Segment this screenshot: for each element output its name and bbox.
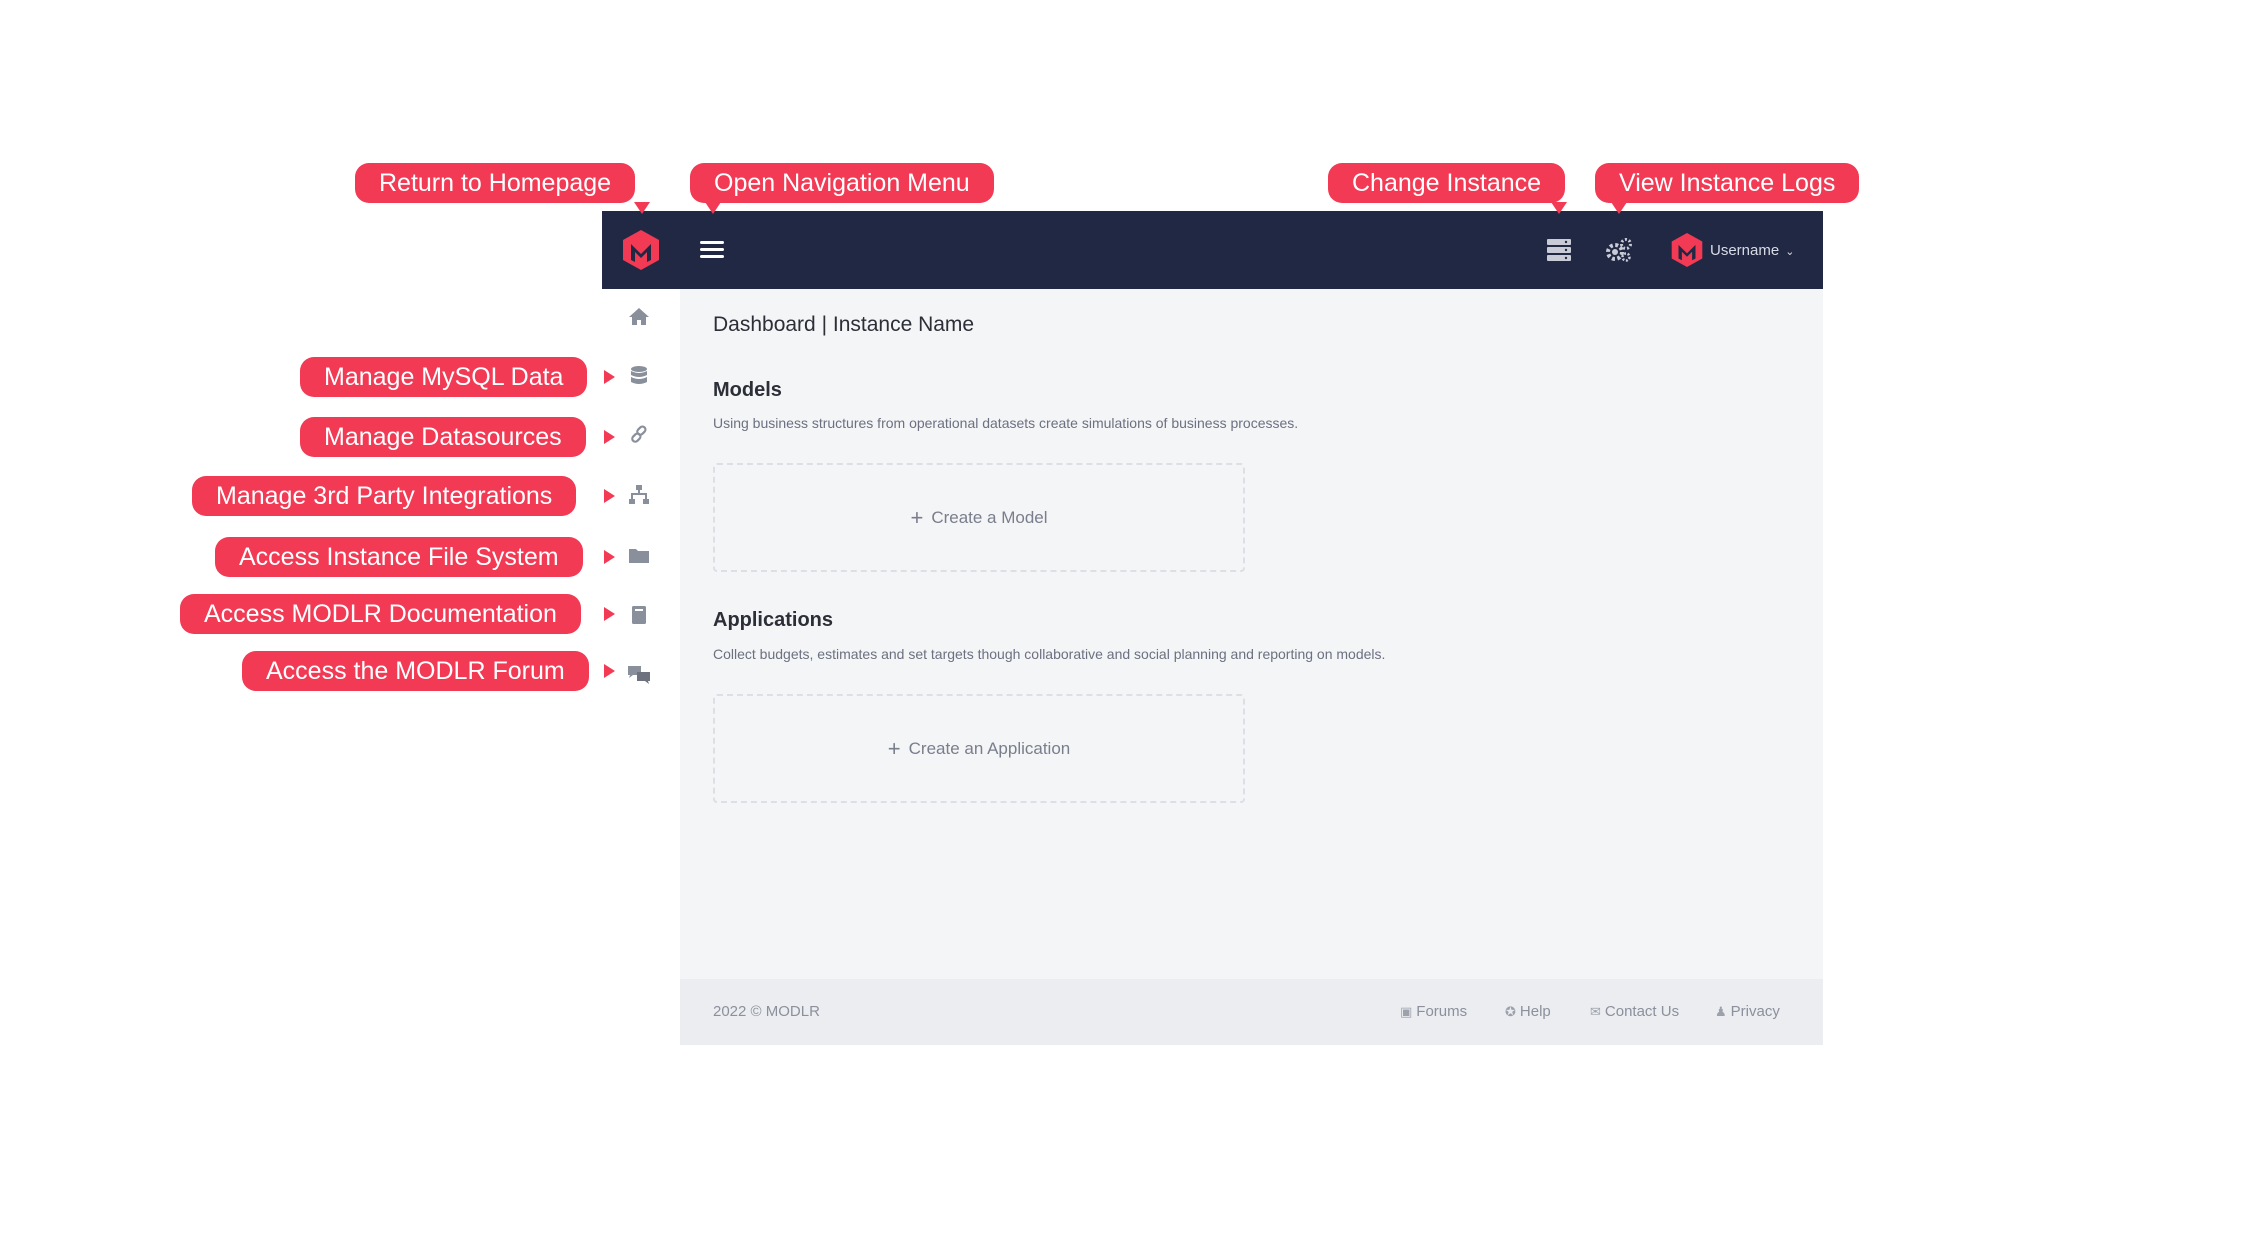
page-title: Dashboard | Instance Name bbox=[713, 313, 975, 336]
callout-pointer bbox=[604, 370, 615, 384]
comments-icon[interactable] bbox=[624, 659, 654, 689]
footer-link-contact[interactable]: ✉ Contact Us bbox=[1590, 1003, 1679, 1020]
callout-pointer bbox=[604, 489, 615, 503]
comments-icon: ▣ bbox=[1400, 1004, 1413, 1019]
callout-open-navigation-menu: Open Navigation Menu bbox=[690, 163, 994, 203]
create-model-button[interactable]: + Create a Model bbox=[713, 463, 1245, 572]
footer: 2022 © MODLR ▣ Forums ✪ Help ✉ Contact Us ♟… bbox=[680, 979, 1823, 1045]
hamburger-menu-icon[interactable] bbox=[700, 241, 724, 259]
modlr-logo[interactable] bbox=[621, 228, 661, 272]
copyright: 2022 © MODLR bbox=[713, 1003, 820, 1020]
privacy-label: Privacy bbox=[1730, 1003, 1780, 1020]
envelope-icon: ✉ bbox=[1590, 1004, 1601, 1019]
callout-pointer bbox=[604, 664, 615, 678]
callout-pointer bbox=[604, 430, 615, 444]
app-window: Username ⌄ Dashboard | Instance Name Mod… bbox=[602, 211, 1823, 1045]
chevron-down-icon: ⌄ bbox=[1785, 246, 1795, 258]
contact-label: Contact Us bbox=[1604, 1003, 1680, 1020]
user-menu[interactable]: Username ⌄ bbox=[1710, 242, 1794, 259]
callout-manage-datasources: Manage Datasources bbox=[300, 417, 586, 457]
create-application-button[interactable]: + Create an Application bbox=[713, 694, 1245, 803]
callout-pointer bbox=[1551, 202, 1567, 214]
forums-label: Forums bbox=[1416, 1003, 1468, 1020]
models-heading: Models bbox=[713, 379, 782, 401]
book-icon[interactable] bbox=[624, 600, 654, 630]
plus-icon: + bbox=[910, 504, 924, 530]
folder-icon[interactable] bbox=[624, 540, 654, 570]
link-icon[interactable] bbox=[624, 421, 654, 451]
callout-pointer bbox=[634, 202, 650, 214]
applications-description: Collect budgets, estimates and set targe… bbox=[713, 646, 1386, 662]
callout-pointer bbox=[604, 550, 615, 564]
callout-manage-mysql-data: Manage MySQL Data bbox=[300, 357, 588, 397]
plus-icon: + bbox=[887, 735, 901, 761]
callout-pointer bbox=[1611, 202, 1627, 214]
dashboard-content: Dashboard | Instance Name Models Using b… bbox=[680, 289, 1823, 979]
create-model-label: Create a Model bbox=[931, 507, 1048, 527]
callout-access-file-system: Access Instance File System bbox=[215, 537, 583, 577]
sitemap-icon[interactable] bbox=[624, 480, 654, 510]
database-icon[interactable] bbox=[624, 361, 654, 391]
callout-view-instance-logs: View Instance Logs bbox=[1595, 163, 1860, 203]
lifebuoy-icon: ✪ bbox=[1505, 1004, 1516, 1019]
footer-link-help[interactable]: ✪ Help bbox=[1505, 1003, 1551, 1020]
gears-icon[interactable] bbox=[1604, 235, 1634, 265]
callout-pointer bbox=[604, 607, 615, 621]
callout-access-forum: Access the MODLR Forum bbox=[242, 651, 589, 691]
create-application-label: Create an Application bbox=[908, 738, 1071, 758]
help-label: Help bbox=[1519, 1003, 1551, 1020]
models-description: Using business structures from operation… bbox=[713, 415, 1299, 431]
footer-link-forums[interactable]: ▣ Forums bbox=[1400, 1003, 1467, 1020]
server-icon[interactable] bbox=[1544, 235, 1574, 265]
home-icon[interactable] bbox=[624, 301, 654, 331]
callout-manage-integrations: Manage 3rd Party Integrations bbox=[192, 476, 577, 516]
applications-heading: Applications bbox=[713, 609, 834, 631]
callout-pointer bbox=[705, 202, 721, 214]
callout-change-instance: Change Instance bbox=[1328, 163, 1566, 203]
user-secret-icon: ♟ bbox=[1715, 1004, 1727, 1019]
user-avatar[interactable] bbox=[1670, 231, 1704, 269]
username-label: Username bbox=[1710, 242, 1780, 259]
callout-return-homepage: Return to Homepage bbox=[355, 163, 636, 203]
top-navbar: Username ⌄ bbox=[602, 211, 1823, 289]
footer-link-privacy[interactable]: ♟ Privacy bbox=[1715, 1003, 1780, 1020]
callout-access-documentation: Access MODLR Documentation bbox=[180, 594, 581, 634]
